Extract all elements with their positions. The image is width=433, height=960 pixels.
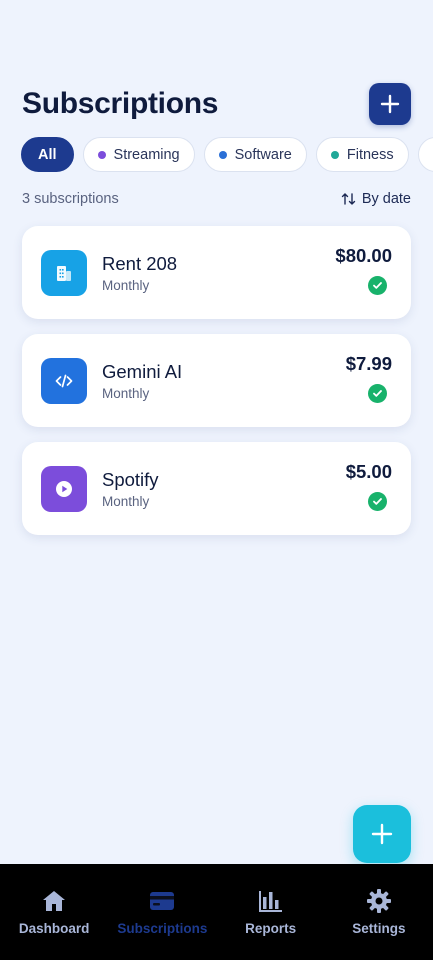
sort-arrows-icon	[341, 193, 356, 205]
subscription-price: $5.00	[345, 461, 392, 482]
nav-label: Dashboard	[18, 921, 90, 936]
subscription-card[interactable]: Rent 208 Monthly $80.00	[22, 226, 411, 319]
play-icon	[41, 466, 87, 512]
subscription-card[interactable]: Spotify Monthly $5.00	[22, 442, 411, 535]
filter-chip-label: Streaming	[113, 146, 180, 163]
streaming-dot-icon	[97, 150, 106, 159]
billing-cycle: Monthly	[102, 386, 150, 401]
subscription-price: $80.00	[335, 245, 392, 266]
paid-check-icon	[368, 384, 387, 403]
paid-check-icon	[368, 492, 387, 511]
sort-button[interactable]: By date	[341, 191, 411, 207]
subscription-card[interactable]: Gemini AI Monthly $7.99	[22, 334, 411, 427]
bar-chart-icon	[258, 888, 284, 914]
add-subscription-button[interactable]	[369, 83, 411, 125]
nav-label: Settings	[352, 921, 406, 936]
home-icon	[41, 888, 67, 914]
nav-item-dashboard[interactable]: Dashboard	[0, 864, 108, 960]
bottom-navigation: Dashboard Subscriptions Reports Settings	[0, 864, 433, 960]
filter-chip-label: All	[38, 146, 57, 163]
filter-chip-fitness[interactable]: Fitness	[315, 137, 409, 172]
nav-label: Subscriptions	[117, 921, 208, 936]
subscription-name: Rent 208	[102, 253, 178, 274]
filter-chips: All Streaming Software Fitness	[21, 137, 433, 173]
filter-chip-label: Fitness	[346, 146, 394, 163]
nav-item-reports[interactable]: Reports	[217, 864, 325, 960]
billing-cycle: Monthly	[102, 278, 150, 293]
nav-item-settings[interactable]: Settings	[325, 864, 433, 960]
software-dot-icon	[218, 150, 227, 159]
fitness-dot-icon	[330, 150, 339, 159]
nav-label: Reports	[245, 921, 297, 936]
subscription-price: $7.99	[345, 353, 392, 374]
filter-chip-partial[interactable]	[417, 137, 433, 172]
building-icon	[41, 250, 87, 296]
plus-icon	[380, 94, 400, 114]
filter-chip-software[interactable]: Software	[203, 137, 307, 172]
filter-chip-streaming[interactable]: Streaming	[82, 137, 195, 172]
list-meta: 3 subscriptions By date	[22, 189, 411, 209]
subscription-count: 3 subscriptions	[22, 191, 119, 207]
sort-label: By date	[361, 191, 411, 207]
filter-chip-all[interactable]: All	[21, 137, 74, 172]
subscription-list: Rent 208 Monthly $80.00 Gemini AI Monthl…	[22, 226, 411, 550]
subscription-name: Spotify	[102, 469, 159, 490]
card-icon	[149, 888, 175, 914]
gear-icon	[366, 888, 392, 914]
code-icon	[41, 358, 87, 404]
filter-chip-label: Software	[234, 146, 292, 163]
page-title: Subscriptions	[22, 87, 219, 120]
billing-cycle: Monthly	[102, 494, 150, 509]
nav-item-subscriptions[interactable]: Subscriptions	[108, 864, 216, 960]
paid-check-icon	[368, 276, 387, 295]
plus-icon	[371, 823, 393, 845]
header: Subscriptions	[22, 83, 411, 125]
subscription-name: Gemini AI	[102, 361, 183, 382]
add-subscription-fab[interactable]	[353, 805, 411, 863]
